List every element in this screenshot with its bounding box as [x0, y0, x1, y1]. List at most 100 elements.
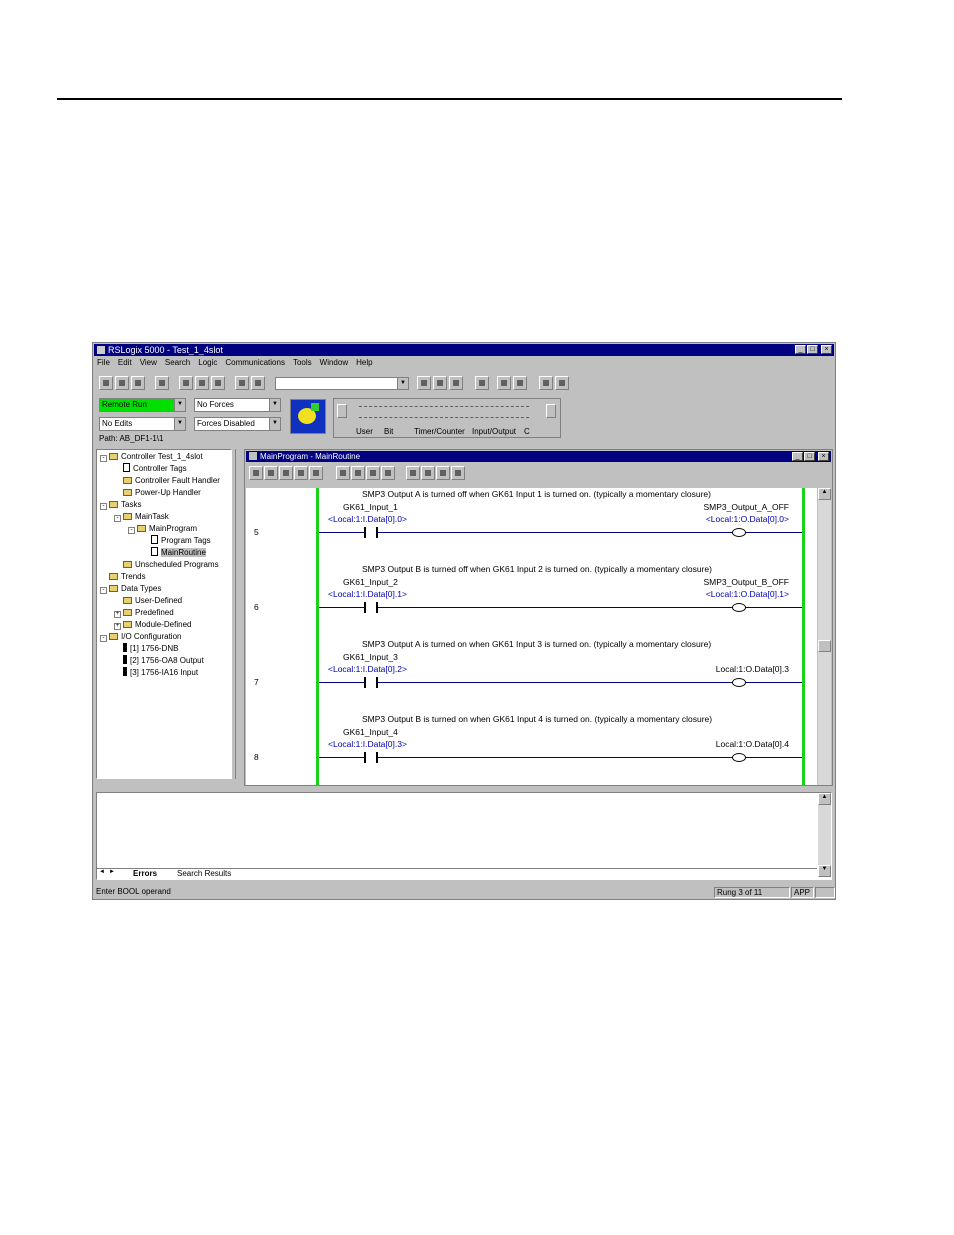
splitter[interactable]	[235, 449, 242, 779]
tree-item[interactable]: User-Defined	[114, 595, 182, 607]
ladder-rung[interactable]: SMP3 Output B is turned off when GK61 In…	[246, 563, 817, 638]
tree-item[interactable]: - I/O Configuration	[100, 631, 181, 643]
tree-item[interactable]: - Controller Test_1_4slot	[100, 451, 203, 463]
output-tag-name[interactable]: SMP3_Output_B_OFF	[703, 577, 789, 587]
menu-help[interactable]: Help	[356, 358, 372, 367]
menu-logic[interactable]: Logic	[198, 358, 217, 367]
expand-toggle-icon[interactable]: +	[114, 623, 121, 630]
expand-toggle-icon[interactable]: -	[100, 587, 107, 594]
redo-icon[interactable]	[251, 376, 265, 390]
ladder-tool-8-icon[interactable]	[381, 466, 395, 480]
xic-contact[interactable]	[364, 677, 378, 688]
input-tag-name[interactable]: GK61_Input_2	[343, 577, 398, 587]
tree-item[interactable]: - MainTask	[114, 511, 169, 523]
ladder-scrollbar[interactable]: ▲	[818, 488, 831, 785]
routine-minimize-button[interactable]: _	[792, 452, 803, 461]
input-tag-name[interactable]: GK61_Input_3	[343, 652, 398, 662]
ladder-tool-10-icon[interactable]	[421, 466, 435, 480]
find-next-icon[interactable]	[433, 376, 447, 390]
zoom-out-icon[interactable]	[555, 376, 569, 390]
routine-maximize-button[interactable]: □	[804, 452, 815, 461]
palette-instructions[interactable]	[359, 406, 529, 418]
save-icon[interactable]	[131, 376, 145, 390]
xic-contact[interactable]	[364, 752, 378, 763]
tree-item[interactable]: [3] 1756-IA16 Input	[114, 667, 198, 679]
ote-coil[interactable]	[732, 753, 746, 762]
input-tag-name[interactable]: GK61_Input_4	[343, 727, 398, 737]
ladder-tool-12-icon[interactable]	[451, 466, 465, 480]
menu-search[interactable]: Search	[165, 358, 190, 367]
xic-contact[interactable]	[364, 527, 378, 538]
scroll-right-arrow[interactable]: ►	[109, 869, 115, 875]
cut-icon[interactable]	[179, 376, 193, 390]
forces-state-combo[interactable]: Forces Disabled ▼	[194, 417, 281, 431]
menu-communications[interactable]: Communications	[225, 358, 285, 367]
instruction-tab-0[interactable]: User	[356, 427, 373, 436]
tree-item[interactable]: Controller Fault Handler	[114, 475, 220, 487]
tree-item[interactable]: - Data Types	[100, 583, 161, 595]
input-tag-name[interactable]: GK61_Input_1	[343, 502, 398, 512]
ladder-rung[interactable]: SMP3 Output B is turned on when GK61 Inp…	[246, 713, 817, 785]
tree-item[interactable]: + Module-Defined	[114, 619, 191, 631]
ladder-tool-4-icon[interactable]	[309, 466, 323, 480]
ladder-tool-7-icon[interactable]	[366, 466, 380, 480]
tree-item[interactable]: Trends	[100, 571, 146, 583]
close-button[interactable]: ×	[821, 345, 832, 354]
tree-item[interactable]: [2] 1756-OA8 Output	[114, 655, 204, 667]
tree-item[interactable]: Power-Up Handler	[114, 487, 201, 499]
results-scroll-down[interactable]: ▼	[818, 865, 831, 877]
instruction-tab-1[interactable]: Bit	[384, 427, 393, 436]
results-tab-errors[interactable]: Errors	[133, 869, 157, 878]
ladder-tool-9-icon[interactable]	[406, 466, 420, 480]
ladder-tool-11-icon[interactable]	[436, 466, 450, 480]
ote-coil[interactable]	[732, 603, 746, 612]
ladder-tool-5-icon[interactable]	[336, 466, 350, 480]
xic-contact[interactable]	[364, 602, 378, 613]
palette-scroll-right[interactable]	[546, 404, 556, 418]
results-scroll-up[interactable]: ▲	[818, 793, 831, 805]
ladder-tool-6-icon[interactable]	[351, 466, 365, 480]
scroll-left-arrow[interactable]: ◄	[99, 869, 105, 875]
ladder-tool-3-icon[interactable]	[294, 466, 308, 480]
maximize-button[interactable]: □	[807, 345, 818, 354]
copy-icon[interactable]	[195, 376, 209, 390]
scroll-up-arrow[interactable]: ▲	[818, 488, 831, 500]
expand-toggle-icon[interactable]: -	[100, 455, 107, 462]
scroll-thumb[interactable]	[818, 640, 831, 652]
tree-item[interactable]: MainRoutine	[142, 547, 206, 559]
expand-toggle-icon[interactable]: -	[114, 515, 121, 522]
menu-window[interactable]: Window	[320, 358, 348, 367]
expand-toggle-icon[interactable]: -	[100, 635, 107, 642]
ote-coil[interactable]	[732, 528, 746, 537]
tree-item[interactable]: [1] 1756-DNB	[114, 643, 178, 655]
tree-item[interactable]: Unscheduled Programs	[114, 559, 219, 571]
verify-all-icon[interactable]	[513, 376, 527, 390]
routine-close-button[interactable]: ×	[818, 452, 829, 461]
print-icon[interactable]	[155, 376, 169, 390]
paste-icon[interactable]	[211, 376, 225, 390]
menu-edit[interactable]: Edit	[118, 358, 132, 367]
tree-item[interactable]: - MainProgram	[128, 523, 197, 535]
online-icon[interactable]	[475, 376, 489, 390]
ladder-tool-1-icon[interactable]	[264, 466, 278, 480]
open-file-icon[interactable]	[115, 376, 129, 390]
ladder-tool-2-icon[interactable]	[279, 466, 293, 480]
instruction-tab-2[interactable]: Timer/Counter	[414, 427, 465, 436]
undo-icon[interactable]	[235, 376, 249, 390]
minimize-button[interactable]: _	[795, 345, 806, 354]
search-combo[interactable]: ▼	[275, 377, 409, 390]
output-tag-name[interactable]: SMP3_Output_A_OFF	[703, 502, 789, 512]
tree-item[interactable]: Controller Tags	[114, 463, 187, 475]
menu-view[interactable]: View	[140, 358, 157, 367]
find-icon[interactable]	[417, 376, 431, 390]
instruction-tab-3[interactable]: Input/Output	[472, 427, 516, 436]
results-tab-search-results[interactable]: Search Results	[177, 869, 231, 878]
ladder-rung[interactable]: SMP3 Output A is turned on when GK61 Inp…	[246, 638, 817, 713]
new-file-icon[interactable]	[99, 376, 113, 390]
zoom-in-icon[interactable]	[539, 376, 553, 390]
ladder-tool-0-icon[interactable]	[249, 466, 263, 480]
expand-toggle-icon[interactable]: -	[100, 503, 107, 510]
edits-combo[interactable]: No Edits ▼	[99, 417, 186, 431]
results-scrollbar[interactable]: ▲ ▼	[818, 793, 831, 877]
find-previous-icon[interactable]	[449, 376, 463, 390]
